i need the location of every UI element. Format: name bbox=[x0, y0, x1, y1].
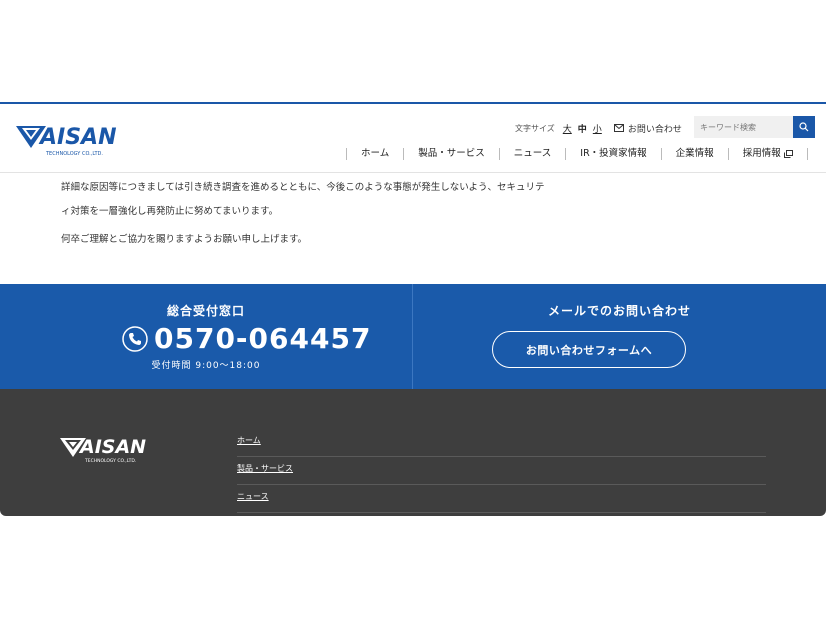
contact-form-button[interactable]: お問い合わせフォームへ bbox=[492, 331, 686, 368]
external-link-icon bbox=[783, 150, 793, 158]
article-paragraph-1b: ィ対策を一層強化し再発防止に努めてまいります。 bbox=[61, 206, 279, 217]
font-size-medium[interactable]: 中 bbox=[578, 122, 587, 135]
footer-logo-sub-text: TECHNOLOGY CO.,LTD. bbox=[84, 458, 136, 464]
footer-logo[interactable]: AISAN TECHNOLOGY CO.,LTD. bbox=[60, 435, 162, 465]
article-paragraph-2: 何卒ご理解とご協力を賜りますようお願い申し上げます。 bbox=[61, 234, 308, 245]
site-footer: AISAN TECHNOLOGY CO.,LTD. ホーム 製品・サービス ニュ… bbox=[0, 389, 826, 516]
nav-item-recruit[interactable]: 採用情報 bbox=[727, 148, 808, 160]
browser-viewport: AISAN TECHNOLOGY CO.,LTD. 文字サイズ 大 中 小 お問… bbox=[0, 102, 826, 516]
logo-main-text: AISAN bbox=[38, 125, 117, 150]
search-icon bbox=[799, 122, 809, 132]
business-hours: 受付時間 9:00〜18:00 bbox=[151, 361, 261, 371]
contact-link-label: お問い合わせ bbox=[627, 124, 682, 135]
nav-item-company[interactable]: 企業情報 bbox=[660, 148, 728, 160]
site-header: AISAN TECHNOLOGY CO.,LTD. 文字サイズ 大 中 小 お問… bbox=[0, 102, 826, 173]
logo-sub-text: TECHNOLOGY CO.,LTD. bbox=[45, 151, 103, 157]
nav-item-recruit-label: 採用情報 bbox=[742, 148, 781, 159]
font-size-small[interactable]: 小 bbox=[593, 122, 602, 135]
mail-contact: メールでのお問い合わせ お問い合わせフォームへ bbox=[413, 284, 826, 389]
mail-contact-title: メールでのお問い合わせ bbox=[547, 304, 691, 318]
phone-icon bbox=[122, 325, 148, 352]
nav-item-home[interactable]: ホーム bbox=[346, 148, 403, 160]
phone-number: 0570-064457 bbox=[154, 322, 372, 355]
search-button[interactable] bbox=[793, 116, 815, 138]
footer-link-news[interactable]: ニュース bbox=[237, 485, 766, 513]
search-input[interactable] bbox=[694, 116, 793, 138]
phone-contact: 総合受付窓口 0570-064457 受付時間 9:00〜18:00 bbox=[0, 284, 413, 389]
nav-item-products[interactable]: 製品・サービス bbox=[403, 148, 499, 160]
font-size-label: 文字サイズ bbox=[515, 123, 555, 133]
footer-link-products[interactable]: 製品・サービス bbox=[237, 457, 766, 485]
footer-link-home[interactable]: ホーム bbox=[237, 429, 766, 457]
footer-links: ホーム 製品・サービス ニュース bbox=[237, 429, 766, 513]
nav-item-news[interactable]: ニュース bbox=[498, 148, 566, 160]
mail-icon bbox=[613, 124, 624, 132]
site-search bbox=[694, 116, 815, 138]
contact-band: 総合受付窓口 0570-064457 受付時間 9:00〜18:00 メールでの… bbox=[0, 284, 826, 389]
global-nav: ホーム 製品・サービス ニュース IR・投資家情報 企業情報 採用情報 bbox=[346, 146, 808, 162]
phone-number-row[interactable]: 0570-064457 bbox=[122, 322, 371, 355]
phone-contact-title: 総合受付窓口 bbox=[166, 304, 245, 318]
company-logo[interactable]: AISAN TECHNOLOGY CO.,LTD. bbox=[16, 122, 138, 158]
nav-item-ir[interactable]: IR・投資家情報 bbox=[565, 148, 660, 160]
contact-link[interactable]: お問い合わせ bbox=[613, 122, 682, 135]
article-body: 詳細な原因等につきましては引き続き調査を進めるとともに、今後このような事態が発生… bbox=[61, 176, 561, 256]
footer-logo-main-text: AISAN bbox=[78, 436, 146, 458]
article-paragraph-1a: 詳細な原因等につきましては引き続き調査を進めるとともに、今後このような事態が発生… bbox=[61, 182, 545, 193]
font-size-large[interactable]: 大 bbox=[563, 122, 572, 135]
utility-bar: 文字サイズ 大 中 小 お問い合わせ bbox=[515, 118, 682, 138]
